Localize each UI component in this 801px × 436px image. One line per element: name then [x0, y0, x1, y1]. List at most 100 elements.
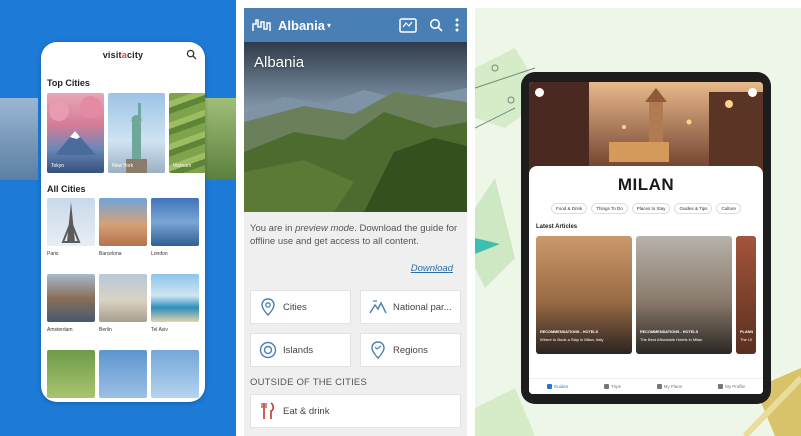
city-tile-london[interactable]: London: [151, 198, 199, 274]
chevron-down-icon[interactable]: ▾: [327, 21, 331, 30]
city-photo: [99, 198, 147, 246]
category-national-parks[interactable]: National par...: [360, 290, 461, 324]
guides-icon: [546, 384, 552, 389]
city-tile-tel-aviv[interactable]: Tel Aviv: [151, 274, 199, 350]
phone-frame: visitacity Top Cities Tokyo New York Vie…: [41, 42, 205, 402]
all-cities-heading: All Cities: [47, 184, 86, 194]
mountain-icon: [369, 300, 387, 314]
profile-icon: [718, 384, 724, 389]
map-icon[interactable]: [399, 17, 417, 33]
top-cities-carousel[interactable]: Tokyo New York Vietnam: [41, 88, 205, 176]
bottom-tab-bar: Guides Trips My Plans My Profile: [529, 378, 763, 394]
hero-title: Albania: [254, 54, 305, 71]
app-bar: Albania ▾: [244, 8, 467, 42]
city-tile-amsterdam[interactable]: Amsterdam: [47, 274, 95, 350]
visitacity-promo-panel: visitacity Top Cities Tokyo New York Vie…: [0, 0, 236, 436]
article-card[interactable]: PLANN The Ul: [736, 236, 756, 354]
trips-icon: [604, 384, 609, 389]
all-cities-grid: Paris Barcelona London Amsterdam Berlin: [41, 194, 205, 402]
tablet-frame: MILAN Food & Drink Things To Do Places t…: [521, 72, 771, 404]
milan-tablet-promo-panel: MILAN Food & Drink Things To Do Places t…: [475, 8, 801, 436]
city-tile[interactable]: [47, 350, 95, 402]
tab-guides[interactable]: Guides: [546, 384, 568, 389]
chip-things-to-do[interactable]: Things To Do: [591, 203, 628, 214]
city-tile-label: Tel Aviv: [151, 327, 168, 333]
back-icon[interactable]: [535, 88, 544, 97]
more-vert-icon[interactable]: [455, 18, 459, 32]
tablet-screen: MILAN Food & Drink Things To Do Places t…: [529, 82, 763, 394]
fork-knife-icon: [261, 402, 275, 419]
category-cities[interactable]: Cities: [250, 290, 351, 324]
city-photo: [47, 198, 95, 246]
latest-articles-heading: Latest Articles: [536, 224, 578, 230]
tab-trips[interactable]: Trips: [604, 384, 621, 389]
city-skyline-icon: [252, 19, 271, 31]
category-islands[interactable]: Islands: [250, 333, 351, 367]
tab-my-plans[interactable]: My Plans: [656, 384, 682, 389]
city-card-label: New York: [112, 163, 134, 169]
chip-guides-tips[interactable]: Guides & Tips: [674, 203, 713, 214]
albania-guide-screen: Albania ▾ Albania You are in preview mod…: [244, 8, 467, 436]
city-photo: [99, 350, 147, 398]
category-grid: Cities National par... Islands Regions: [244, 290, 467, 367]
download-link[interactable]: Download: [244, 258, 467, 290]
region-icon: [371, 341, 385, 359]
preview-mode-notice: You are in preview mode. Download the gu…: [250, 223, 458, 247]
category-chips: Food & Drink Things To Do Places to Stay…: [529, 203, 763, 214]
pin-icon: [261, 298, 275, 316]
article-headline: The Best Affordable Hotels in Milan: [640, 337, 703, 342]
article-tag: RECOMMENDATIONS - HOTELS: [640, 330, 699, 334]
city-photo: [151, 198, 199, 246]
city-photo: [151, 274, 199, 322]
article-card[interactable]: RECOMMENDATIONS - HOTELS Where to Book a…: [536, 236, 632, 354]
lifebuoy-icon: [259, 341, 277, 359]
strip-photo: [0, 98, 38, 180]
article-tag: PLANN: [740, 330, 754, 334]
city-card-label: Vietnam: [173, 163, 192, 169]
tab-my-profile[interactable]: My Profile: [718, 384, 745, 389]
city-card-tokyo[interactable]: Tokyo: [47, 93, 104, 173]
hero-landscape-image: Albania: [244, 42, 467, 212]
category-label: Cities: [283, 301, 307, 313]
category-label: Eat & drink: [283, 405, 330, 417]
article-card[interactable]: RECOMMENDATIONS - HOTELS The Best Afford…: [636, 236, 732, 354]
statue-of-liberty-illustration: [126, 103, 147, 173]
destination-title[interactable]: Albania: [278, 18, 325, 33]
city-card-vietnam[interactable]: Vietnam: [169, 93, 205, 173]
city-tile-label: London: [151, 251, 168, 257]
city-tile-paris[interactable]: Paris: [47, 198, 95, 274]
city-tile-label: Barcelona: [99, 251, 122, 257]
article-headline: Where to Book a Stay in Milan, Italy: [540, 337, 604, 342]
city-photo: [47, 350, 95, 398]
brand-logo: visitacity: [102, 50, 144, 60]
category-eat-drink[interactable]: Eat & drink: [250, 394, 461, 428]
city-tile-label: Paris: [47, 251, 59, 257]
category-label: National par...: [393, 301, 452, 313]
city-tile[interactable]: [151, 350, 199, 402]
chip-places-to-stay[interactable]: Places to Stay: [631, 203, 671, 214]
app-header: visitacity: [41, 42, 205, 68]
city-card-label: Tokyo: [51, 163, 65, 169]
city-photo: [151, 350, 199, 398]
city-tile-berlin[interactable]: Berlin: [99, 274, 147, 350]
search-icon[interactable]: [429, 18, 443, 32]
search-icon[interactable]: [186, 49, 197, 60]
city-tile-barcelona[interactable]: Barcelona: [99, 198, 147, 274]
category-regions[interactable]: Regions: [360, 333, 461, 367]
city-title: MILAN: [617, 175, 675, 194]
eiffel-tower-illustration: [61, 202, 81, 243]
milan-street-illustration: [529, 82, 763, 174]
chip-food-drink[interactable]: Food & Drink: [551, 203, 588, 214]
chip-culture[interactable]: Culture: [716, 203, 741, 214]
category-label: Regions: [393, 344, 428, 356]
article-headline: The Ul: [740, 337, 752, 342]
articles-carousel[interactable]: RECOMMENDATIONS - HOTELS Where to Book a…: [529, 236, 763, 354]
city-card-new-york[interactable]: New York: [108, 93, 165, 173]
city-photo: [99, 274, 147, 322]
city-tile[interactable]: [99, 350, 147, 402]
share-icon[interactable]: [748, 88, 757, 97]
city-guide-card: MILAN Food & Drink Things To Do Places t…: [529, 166, 763, 394]
city-tile-label: Berlin: [99, 327, 112, 333]
top-cities-heading: Top Cities: [47, 78, 90, 88]
city-photo: [47, 274, 95, 322]
